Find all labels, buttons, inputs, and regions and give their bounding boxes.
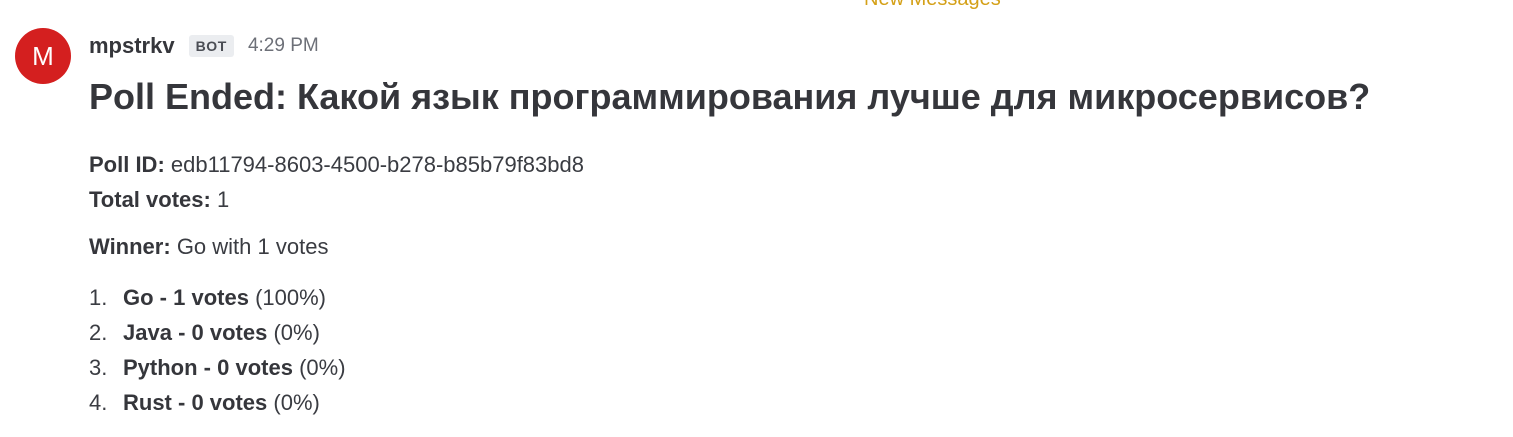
poll-id-value: edb11794-8603-4500-b278-b85b79f83bd8 — [170, 152, 584, 177]
result-option: Rust — [123, 390, 172, 415]
message-header: mpstrkv BOT 4:29 PM — [89, 30, 319, 62]
result-separator: - — [171, 320, 192, 345]
poll-title: Poll Ended: Какой язык программирования … — [89, 76, 1371, 117]
winner-label: Winner: — [89, 234, 171, 259]
username[interactable]: mpstrkv — [89, 33, 175, 59]
list-item: 1. Go - 1 votes (100%) — [89, 284, 346, 319]
list-item: 2. Java - 0 votes (0%) — [89, 319, 346, 354]
winner-value: Go with 1 votes — [176, 234, 329, 259]
timestamp[interactable]: 4:29 PM — [248, 35, 319, 57]
bot-badge: BOT — [188, 35, 234, 57]
result-number: 2. — [89, 320, 108, 345]
result-votes: 0 votes — [191, 390, 268, 415]
result-number: 4. — [89, 390, 108, 415]
result-separator: - — [153, 285, 174, 310]
result-separator: - — [197, 355, 218, 380]
list-item: 3. Python - 0 votes (0%) — [89, 354, 346, 389]
result-separator: - — [171, 390, 192, 415]
result-votes: 0 votes — [191, 320, 268, 345]
avatar[interactable]: M — [15, 28, 71, 84]
result-percent: (0%) — [273, 320, 320, 345]
result-number: 3. — [89, 355, 108, 380]
result-percent: (0%) — [299, 355, 346, 380]
result-votes: 0 votes — [217, 355, 293, 380]
winner-line: Winner: Go with 1 votes — [89, 234, 328, 260]
total-votes-label: Total votes: — [89, 187, 211, 212]
total-votes-line: Total votes: 1 — [89, 187, 229, 213]
poll-id-label: Poll ID: — [89, 152, 165, 177]
poll-results-list: 1. Go - 1 votes (100%) 2. Java - 0 votes (… — [89, 284, 346, 424]
result-percent: (100%) — [255, 285, 326, 310]
total-votes-value: 1 — [216, 187, 230, 212]
poll-id-line: Poll ID: edb11794-8603-4500-b278-b85b79f… — [89, 152, 584, 178]
result-votes: 1 votes — [173, 285, 249, 310]
result-option: Python — [123, 355, 198, 380]
list-item: 4. Rust - 0 votes (0%) — [89, 389, 346, 424]
result-option: Go — [123, 285, 154, 310]
result-percent: (0%) — [273, 390, 320, 415]
chat-message: M mpstrkv BOT 4:29 PM Poll Ended: Какой … — [0, 0, 1513, 437]
result-option: Java — [123, 320, 172, 345]
result-number: 1. — [89, 285, 108, 310]
